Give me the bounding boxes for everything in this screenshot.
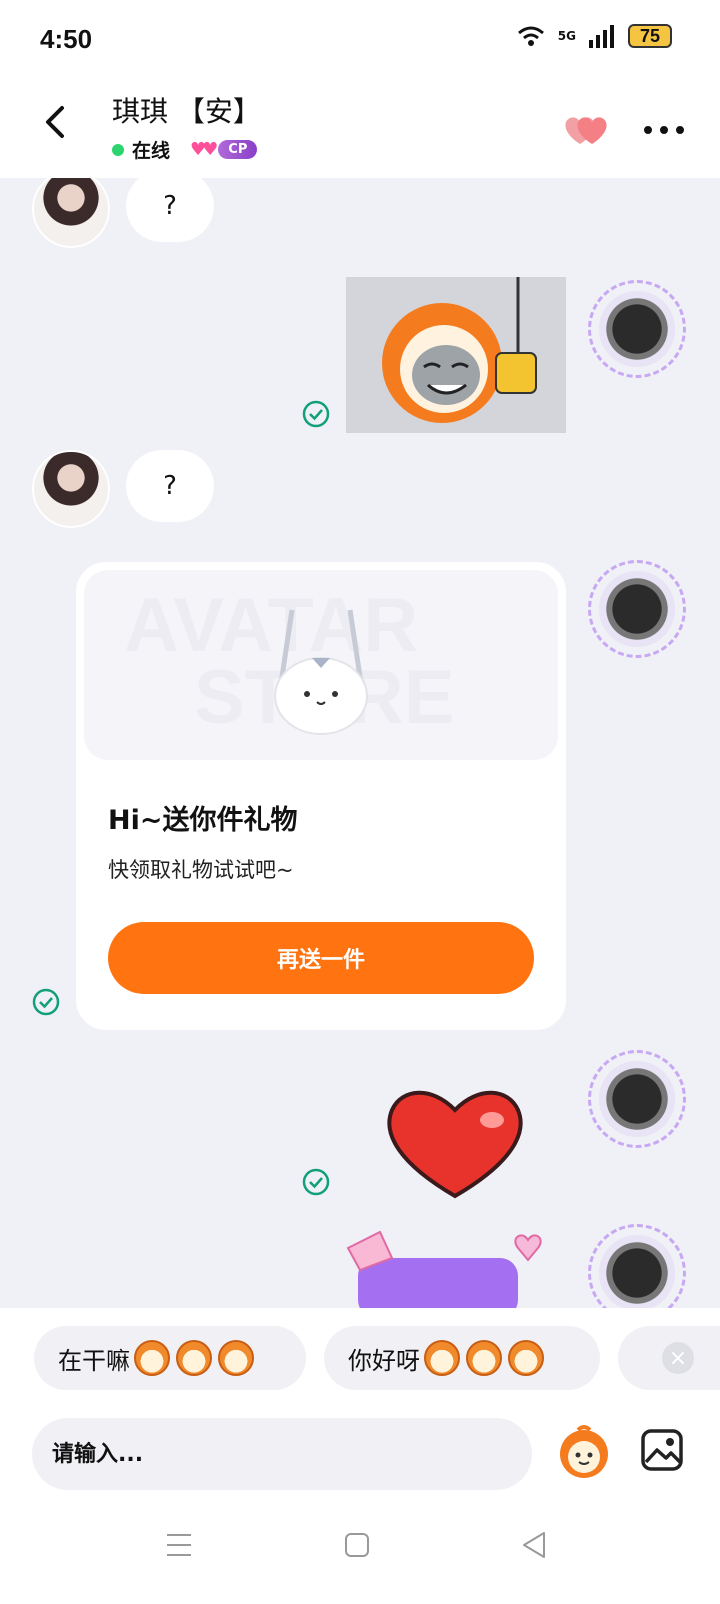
smile-face-icon (424, 1340, 460, 1376)
quick-reply-chip[interactable]: 在干嘛 (34, 1326, 306, 1390)
home-icon[interactable] (344, 1532, 370, 1558)
quick-reply-text: 在干嘛 (58, 1346, 130, 1375)
chat-messages[interactable]: ? ? AVATAR STORE (0, 178, 720, 1308)
cp-hearts-icon: ♥♥ (190, 139, 218, 160)
image-icon[interactable] (640, 1428, 684, 1472)
plush-bag-icon (274, 609, 368, 735)
read-check-icon (302, 400, 330, 428)
grin-face-icon (176, 1340, 212, 1376)
received-message[interactable]: ? (126, 450, 214, 522)
online-status: 在线 ♥♥ CP (112, 136, 258, 163)
back-icon[interactable] (36, 102, 76, 142)
battery-indicator: 75 (628, 24, 672, 48)
peer-avatar[interactable] (32, 178, 110, 248)
gift-title: Hi~送你件礼物 (108, 805, 298, 836)
quick-reply-chip[interactable]: 你好呀 (324, 1326, 600, 1390)
status-time: 4:50 (40, 24, 93, 54)
smile-face-icon (466, 1340, 502, 1376)
gift-subtitle: 快领取礼物试试吧~ (108, 858, 294, 882)
message-composer (0, 1398, 720, 1508)
message-text: ? (163, 471, 177, 501)
online-dot (112, 143, 124, 156)
cp-badge[interactable]: ♥♥ CP (190, 139, 258, 160)
sent-sticker-image[interactable] (346, 277, 566, 433)
wifi-icon (517, 26, 544, 46)
more-icon[interactable] (642, 110, 686, 150)
gift-card[interactable]: AVATAR STORE Hi~送你件礼物 快领取礼物试试吧~ 再送一件 (76, 562, 566, 1030)
grin-face-icon (218, 1340, 254, 1376)
double-heart-icon[interactable] (560, 110, 612, 150)
my-avatar[interactable] (588, 1224, 686, 1308)
my-avatar[interactable] (588, 280, 686, 378)
peer-avatar[interactable] (32, 450, 110, 528)
read-check-icon (302, 1168, 330, 1196)
nav-back-icon[interactable] (520, 1530, 548, 1560)
signal-icon (589, 25, 614, 48)
emoji-group (134, 1340, 254, 1376)
quick-reply-bar: 在干嘛 你好呀 × (0, 1308, 720, 1398)
received-message[interactable]: ? (126, 178, 214, 242)
my-avatar[interactable] (588, 1050, 686, 1148)
system-nav-bar (0, 1508, 720, 1604)
status-icons: 5G 75 (516, 24, 672, 48)
gift-image: AVATAR STORE (84, 570, 558, 760)
online-label: 在线 (132, 140, 171, 162)
message-input[interactable] (32, 1418, 532, 1490)
network-label: 5G (557, 29, 576, 43)
cp-badge-label: CP (218, 140, 258, 159)
sticker-emoji-icon[interactable] (556, 1424, 612, 1480)
status-bar: 4:50 5G 75 (0, 0, 720, 80)
my-avatar[interactable] (588, 560, 686, 658)
message-text: ? (163, 191, 177, 221)
chat-header: 琪琪 【安】 在线 ♥♥ CP (0, 80, 720, 178)
emoji-group (424, 1340, 544, 1376)
quick-reply-text: 你好呀 (348, 1346, 420, 1375)
love-letter-sticker-icon[interactable] (338, 1218, 548, 1308)
send-another-gift-button[interactable]: 再送一件 (108, 922, 534, 994)
heart-sticker-icon[interactable] (380, 1084, 530, 1204)
read-check-icon (32, 988, 60, 1016)
grin-face-icon (134, 1340, 170, 1376)
recent-apps-icon[interactable] (166, 1532, 192, 1558)
smile-face-icon (508, 1340, 544, 1376)
close-icon[interactable]: × (662, 1342, 694, 1374)
peer-name[interactable]: 琪琪 【安】 (112, 90, 261, 130)
sticker-character-icon (382, 277, 537, 423)
